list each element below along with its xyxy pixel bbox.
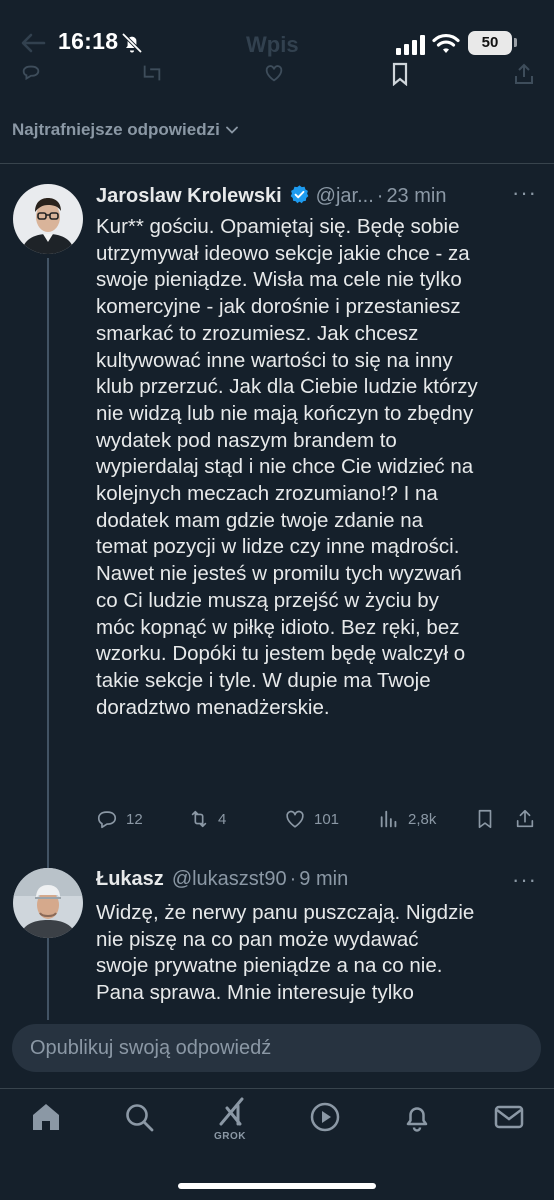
reply-composer-input[interactable]: Opublikuj swoją odpowiedź [12,1024,541,1072]
faded-retweet-icon [140,62,164,84]
tweet-time[interactable]: 9 min [299,868,348,891]
divider [0,1088,554,1089]
separator-dot: · [376,185,384,207]
retweet-count: 4 [218,810,227,828]
grok-icon[interactable] [216,1094,250,1128]
more-options-icon[interactable]: ··· [512,867,537,893]
battery-indicator: 50 [468,31,512,55]
like-count: 101 [314,810,340,828]
retweet-button[interactable]: 4 [188,808,226,830]
tweet-header: Jaroslaw Krolewski @jar... · 23 min [96,181,496,208]
battery-nub [514,38,517,47]
cellular-signal-icon [396,35,426,55]
chevron-down-icon [225,126,238,134]
author-handle[interactable]: @lukaszst90 [172,868,287,891]
share-button[interactable] [514,808,536,830]
view-count: 2,8k [408,810,437,828]
reply-count: 12 [126,810,143,828]
author-name[interactable]: Jaroslaw Krolewski [96,185,282,208]
grok-label: GROK [214,1131,246,1142]
tweet-text: Widzę, że nerwy panu puszczają. Nigdzie … [96,901,475,1005]
avatar-jaroslaw[interactable] [13,184,83,254]
like-button[interactable]: 101 [284,808,339,830]
back-arrow-icon[interactable] [20,32,46,54]
faded-bookmark-icon [388,62,412,87]
silent-mode-icon [120,31,144,55]
tweet-text: Kur** gościu. Opamiętaj się. Będę sobie … [96,215,478,719]
author-handle[interactable]: @jar... [316,185,374,208]
sort-label: Najtrafniejsze odpowiedzi [12,120,220,139]
views-chart-icon [380,810,397,828]
home-icon[interactable] [29,1100,63,1134]
video-play-icon[interactable] [308,1100,342,1134]
notifications-bell-icon[interactable] [400,1100,434,1134]
faded-share-icon [512,62,536,84]
bookmark-button[interactable] [474,808,496,830]
sort-replies-dropdown[interactable]: Najtrafniejsze odpowiedzi [12,120,240,140]
reply-button[interactable]: 12 [96,808,143,830]
verified-badge-icon [289,184,310,211]
bookmark-icon [478,809,492,829]
tweet-time[interactable]: 23 min [386,185,446,208]
wifi-icon [432,32,460,56]
status-time: 16:18 [58,28,119,54]
faded-reply-icon [20,62,42,84]
divider [0,163,554,164]
retweet-icon [191,810,207,828]
heart-icon [286,810,304,828]
author-name[interactable]: Łukasz [96,868,164,891]
separator-dot: · [289,868,297,890]
faded-like-icon [262,62,286,84]
home-indicator[interactable] [178,1183,376,1189]
share-icon [516,809,534,828]
views-button[interactable]: 2,8k [378,808,436,830]
page-title: Wpis [246,32,299,57]
messages-envelope-icon[interactable] [492,1100,526,1134]
more-options-icon[interactable]: ··· [512,180,537,206]
tweet-header: Łukasz @lukaszst90 · 9 min [96,868,496,891]
search-icon[interactable] [122,1100,156,1134]
reply-icon [97,811,117,829]
avatar-lukasz[interactable] [13,868,83,938]
